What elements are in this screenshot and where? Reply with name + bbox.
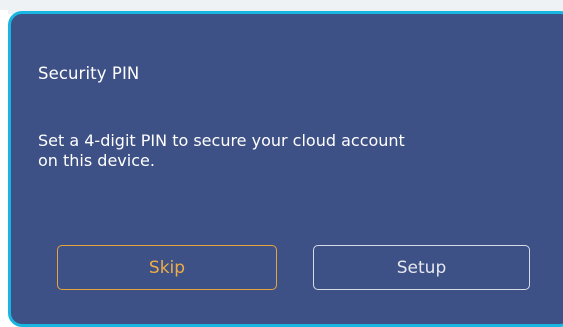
setup-button-label: Setup (396, 257, 447, 278)
dialog-title: Security PIN (38, 64, 140, 83)
security-pin-dialog: Security PIN Set a 4-digit PIN to secure… (8, 11, 563, 327)
setup-button[interactable]: Setup (313, 245, 530, 290)
skip-button[interactable]: Skip (57, 245, 277, 290)
background-edge (0, 10, 8, 314)
dialog-message-line-2: on this device. (38, 151, 155, 170)
dialog-message-line-1: Set a 4-digit PIN to secure your cloud a… (38, 131, 405, 150)
skip-button-label: Skip (148, 257, 186, 278)
dialog-message: Set a 4-digit PIN to secure your cloud a… (38, 131, 498, 171)
